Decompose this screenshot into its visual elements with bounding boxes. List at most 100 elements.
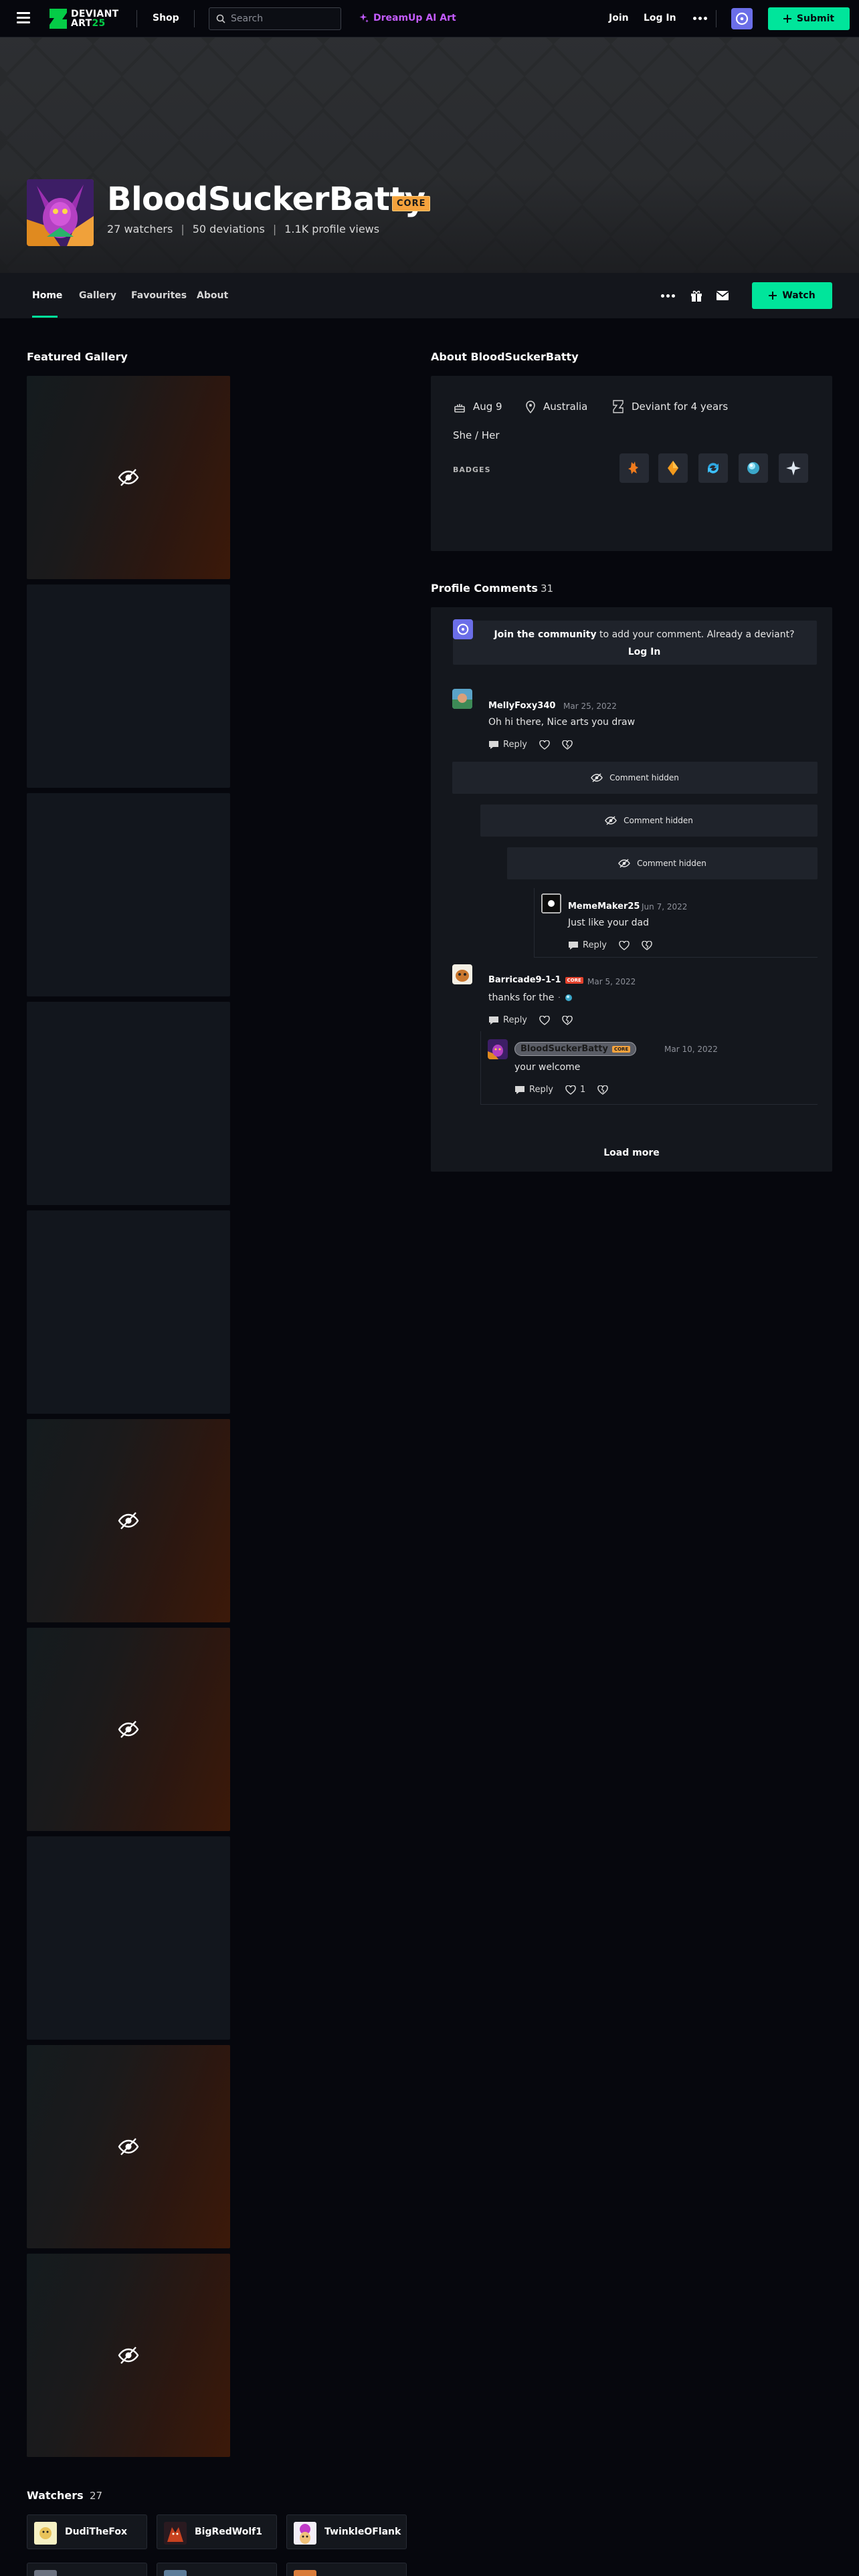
like-heart-icon[interactable] [539, 740, 550, 750]
comment-date[interactable]: Mar 25, 2022 [563, 702, 617, 711]
gallery-thumbnail[interactable] [27, 584, 230, 788]
join-link[interactable]: Join [609, 13, 629, 23]
comment-avatar[interactable] [541, 893, 561, 914]
watcher-avatar [164, 2522, 187, 2545]
reply-button[interactable]: Reply [488, 1015, 527, 1025]
comment-avatar[interactable] [452, 964, 472, 984]
gallery-thumbnail[interactable] [27, 793, 230, 996]
submit-label: Submit [796, 13, 835, 24]
watcher-card[interactable] [286, 2563, 407, 2576]
gallery-thumbnail[interactable] [27, 1836, 230, 2040]
broken-heart-icon[interactable] [597, 1085, 609, 1095]
hidden-comment[interactable]: Comment hidden [507, 847, 818, 879]
llama-badge-icon[interactable] [619, 453, 649, 483]
login-link[interactable]: Log In [644, 13, 676, 23]
about-title: About BloodSuckerBatty [431, 350, 579, 363]
watch-button[interactable]: Watch [752, 282, 832, 309]
gallery-thumbnail[interactable] [27, 2254, 230, 2457]
watcher-card[interactable] [157, 2563, 277, 2576]
watcher-card[interactable]: BigRedWolf1 [157, 2514, 277, 2549]
deviantart-logo[interactable]: DEVIANT ART25 [50, 7, 118, 31]
tab-gallery[interactable]: Gallery [79, 290, 116, 301]
join-community-link[interactable]: Join the community [494, 629, 596, 640]
default-avatar-icon[interactable] [731, 8, 753, 29]
watchers-count[interactable]: 27 watchers [107, 223, 173, 235]
eye-slash-icon [118, 2347, 139, 2364]
hidden-comment[interactable]: Comment hidden [452, 762, 818, 794]
comment-username[interactable]: MemeMaker25 [568, 901, 640, 911]
gallery-thumbnail[interactable] [27, 1002, 230, 1205]
gallery-thumbnail[interactable] [27, 1210, 230, 1414]
author-username-pill[interactable]: BloodSuckerBatty CORE [514, 1042, 637, 1056]
comment-username[interactable]: Barricade9-1-1 [488, 975, 561, 985]
comment-date[interactable]: Jun 7, 2022 [642, 902, 687, 911]
comment-date[interactable]: Mar 5, 2022 [587, 977, 636, 986]
join-prompt-text: to add your comment. Already a deviant? [596, 629, 795, 640]
membership-row: Deviant for 4 years [611, 400, 728, 413]
more-options-icon[interactable] [660, 288, 676, 304]
gift-icon[interactable] [688, 288, 704, 304]
logo-year: 25 [92, 18, 106, 29]
search-input[interactable] [231, 13, 331, 24]
gallery-thumbnail[interactable] [27, 1628, 230, 1831]
orb-badge-icon[interactable] [739, 453, 768, 483]
reply-button[interactable]: Reply [488, 740, 527, 750]
sparkle-badge-icon[interactable] [779, 453, 808, 483]
gallery-thumbnail[interactable] [27, 376, 230, 579]
gallery-thumbnail[interactable] [27, 1419, 230, 1622]
broken-heart-icon[interactable] [642, 940, 652, 950]
comment-actions: Reply [568, 940, 652, 950]
profile-avatar[interactable] [27, 179, 94, 246]
reply-button[interactable]: Reply [568, 940, 607, 950]
like-button[interactable]: 1 [565, 1085, 585, 1095]
submit-button[interactable]: Submit [768, 7, 850, 30]
like-heart-icon[interactable] [619, 940, 630, 950]
comments-count: 31 [541, 582, 554, 595]
comment-actions: Reply [488, 1015, 573, 1025]
tab-home[interactable]: Home [32, 290, 62, 301]
about-panel: Aug 9 Australia Deviant for 4 years She … [431, 376, 832, 551]
location-pin-icon [526, 401, 535, 413]
sync-badge-icon[interactable] [698, 453, 728, 483]
comment-login-link[interactable]: Log In [628, 647, 661, 657]
broken-heart-icon[interactable] [562, 1015, 573, 1025]
nav-divider [194, 10, 195, 27]
profile-stats: 27 watchers | 50 deviations | 1.1K profi… [107, 223, 380, 235]
hamburger-menu-icon[interactable] [15, 9, 33, 28]
hidden-comment[interactable]: Comment hidden [480, 804, 818, 837]
reply-icon [569, 941, 578, 950]
points-badge-icon[interactable] [658, 453, 688, 483]
comment-avatar[interactable] [488, 1039, 508, 1059]
tab-favourites[interactable]: Favourites [131, 290, 187, 301]
watcher-card[interactable] [27, 2563, 147, 2576]
location-value: Australia [543, 401, 588, 413]
comment-username[interactable]: MellyFoxy340 [488, 701, 555, 711]
comment-thread: BloodSuckerBatty CORE Mar 10, 2022 your … [480, 1031, 818, 1105]
search-box[interactable] [209, 7, 341, 30]
watcher-avatar [164, 2570, 187, 2576]
deviations-count[interactable]: 50 deviations [193, 223, 265, 235]
tab-about[interactable]: About [197, 290, 228, 301]
like-heart-icon[interactable] [539, 1015, 550, 1025]
more-options-icon[interactable] [693, 17, 707, 20]
comment-username: BloodSuckerBatty [520, 1044, 608, 1054]
gallery-thumbnail[interactable] [27, 2045, 230, 2248]
comment-date[interactable]: Mar 10, 2022 [664, 1045, 718, 1054]
watcher-avatar [294, 2522, 316, 2545]
broken-heart-icon[interactable] [562, 740, 573, 750]
dreamup-link[interactable]: DreamUp AI Art [359, 13, 456, 23]
watcher-card[interactable]: DudiTheFox [27, 2514, 147, 2549]
shop-link[interactable]: Shop [153, 13, 179, 23]
profile-banner [0, 37, 859, 273]
watcher-card[interactable]: TwinkleOFlank [286, 2514, 407, 2549]
comment-thread: MellyFoxy340 Mar 25, 2022 Oh hi there, N… [452, 689, 818, 758]
comment-text: Oh hi there, Nice arts you draw [488, 717, 636, 728]
watchers-title: Watchers [27, 2489, 84, 2502]
message-icon[interactable] [714, 288, 731, 304]
load-more-button[interactable]: Load more [431, 1148, 832, 1158]
comment-thread: MemeMaker25 Jun 7, 2022 Just like your d… [534, 888, 818, 958]
reply-button[interactable]: Reply [514, 1085, 553, 1095]
core-badge[interactable]: CORE [392, 196, 431, 211]
comment-avatar[interactable] [452, 689, 472, 709]
profile-username: BloodSuckerBatty [107, 181, 425, 218]
